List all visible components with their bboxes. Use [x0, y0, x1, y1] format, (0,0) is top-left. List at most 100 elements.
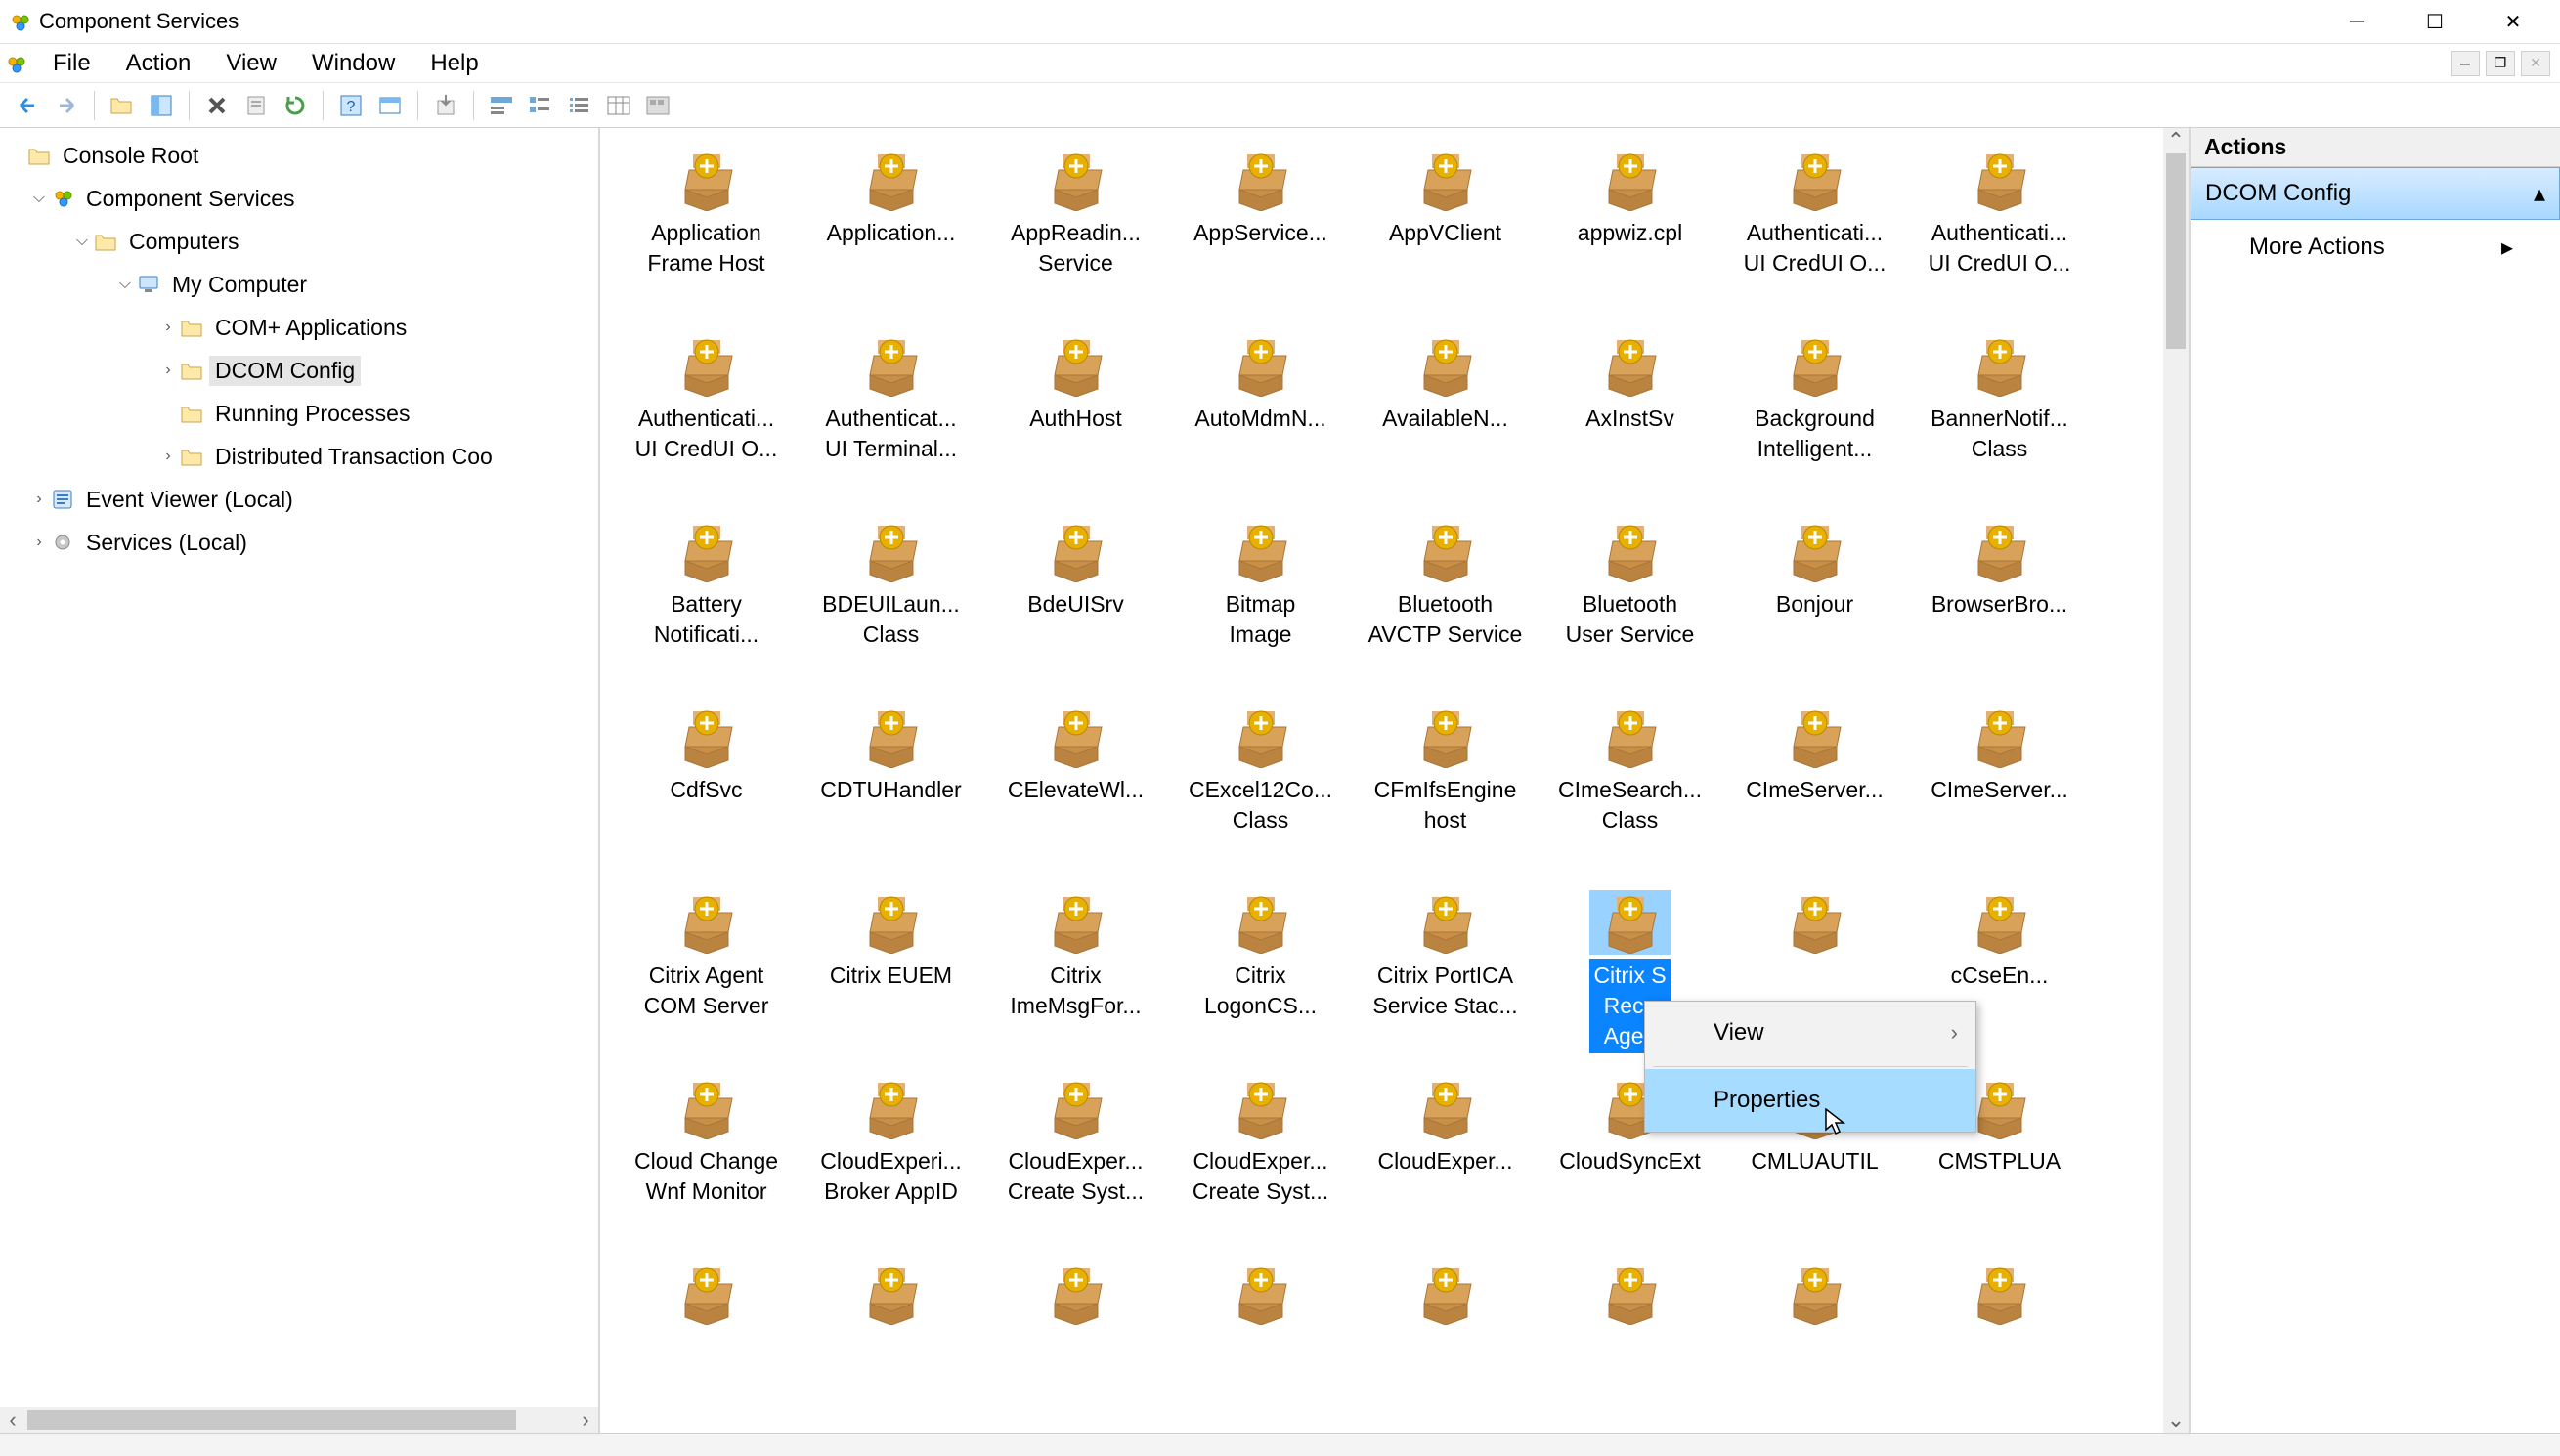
dcom-item[interactable]: AuthHost [983, 325, 1168, 511]
tree-dtc[interactable]: › Distributed Transaction Coo [0, 435, 598, 478]
dcom-item[interactable]: CExcel12Co... Class [1168, 697, 1353, 882]
dcom-item[interactable]: appwiz.cpl [1538, 140, 1722, 325]
dcom-item[interactable]: Application Frame Host [614, 140, 799, 325]
dcom-item[interactable]: Citrix LogonCS... [1168, 882, 1353, 1068]
dcom-item[interactable]: CloudExper... Create Syst... [983, 1068, 1168, 1254]
dcom-item[interactable]: AppReadin... Service [983, 140, 1168, 325]
dcom-item[interactable]: CImeServer... [1722, 697, 1907, 882]
scroll-left-icon[interactable]: ‹ [0, 1407, 25, 1433]
back-button[interactable] [10, 88, 45, 123]
mdi-minimize-button[interactable]: ─ [2451, 51, 2480, 76]
dcom-item[interactable]: Citrix Agent COM Server [614, 882, 799, 1068]
help-button[interactable]: ? [333, 88, 369, 123]
tree-dcom-config[interactable]: › DCOM Config [0, 349, 598, 392]
dcom-item[interactable]: BdeUISrv [983, 511, 1168, 697]
dcom-item[interactable] [1907, 1254, 2092, 1433]
menu-window[interactable]: Window [294, 44, 412, 83]
dcom-item[interactable]: CdfSvc [614, 697, 799, 882]
refresh-button[interactable] [278, 88, 313, 123]
chevron-right-icon[interactable]: › [156, 362, 180, 379]
dcom-item[interactable]: Bonjour [1722, 511, 1907, 697]
dcom-item[interactable]: Background Intelligent... [1722, 325, 1907, 511]
view-status-button[interactable] [484, 88, 519, 123]
new-window-button[interactable] [372, 88, 408, 123]
actions-section[interactable]: DCOM Config ▴ [2191, 167, 2560, 220]
dcom-item[interactable]: Application... [799, 140, 983, 325]
forward-button[interactable] [49, 88, 84, 123]
mdi-close-button[interactable]: ✕ [2521, 51, 2550, 76]
dcom-item[interactable]: AppVClient [1353, 140, 1538, 325]
menu-action[interactable]: Action [108, 44, 209, 83]
dcom-item[interactable]: AvailableN... [1353, 325, 1538, 511]
dcom-item[interactable]: CImeServer... [1907, 697, 2092, 882]
menu-file[interactable]: File [35, 44, 108, 83]
tree-hscroll[interactable]: ‹ › [0, 1407, 598, 1433]
chevron-down-icon[interactable]: ⌵ [27, 190, 51, 207]
chevron-right-icon[interactable]: › [156, 319, 180, 336]
dcom-item[interactable] [799, 1254, 983, 1433]
mdi-restore-button[interactable]: ❐ [2486, 51, 2515, 76]
close-button[interactable]: ✕ [2474, 2, 2552, 41]
delete-button[interactable] [199, 88, 235, 123]
view-detail-button[interactable] [601, 88, 636, 123]
dcom-item[interactable]: CDTUHandler [799, 697, 983, 882]
tree-services-local[interactable]: › Services (Local) [0, 521, 598, 564]
show-hide-tree-button[interactable] [144, 88, 179, 123]
dcom-item[interactable]: Bluetooth AVCTP Service [1353, 511, 1538, 697]
dcom-item[interactable] [1353, 1254, 1538, 1433]
dcom-item[interactable]: Cloud Change Wnf Monitor [614, 1068, 799, 1254]
tree-complus[interactable]: › COM+ Applications [0, 306, 598, 349]
context-properties[interactable]: Properties [1645, 1069, 1975, 1132]
dcom-item[interactable]: CImeSearch... Class [1538, 697, 1722, 882]
scroll-down-icon[interactable]: ⌄ [2163, 1407, 2189, 1433]
scroll-right-icon[interactable]: › [573, 1407, 598, 1433]
dcom-item[interactable] [983, 1254, 1168, 1433]
dcom-item[interactable] [1168, 1254, 1353, 1433]
tree-my-computer[interactable]: ⌵ My Computer [0, 263, 598, 306]
scroll-up-icon[interactable]: ⌃ [2163, 128, 2189, 153]
chevron-right-icon[interactable]: › [27, 491, 51, 508]
collapse-icon[interactable]: ▴ [2534, 180, 2545, 208]
dcom-item[interactable]: Authenticat... UI Terminal... [799, 325, 983, 511]
dcom-item[interactable]: BannerNotif... Class [1907, 325, 2092, 511]
dcom-item[interactable] [1722, 1254, 1907, 1433]
maximize-button[interactable]: ☐ [2396, 2, 2474, 41]
dcom-item[interactable]: AppService... [1168, 140, 1353, 325]
tree-component-services[interactable]: ⌵ Component Services [0, 177, 598, 220]
view-list-button[interactable] [562, 88, 597, 123]
dcom-item[interactable]: Bluetooth User Service [1538, 511, 1722, 697]
dcom-item[interactable]: CElevateWl... [983, 697, 1168, 882]
tree-console-root[interactable]: Console Root [0, 134, 598, 177]
chevron-down-icon[interactable]: ⌵ [113, 276, 137, 293]
tree-computers[interactable]: ⌵ Computers [0, 220, 598, 263]
view-small-button[interactable] [523, 88, 558, 123]
dcom-item[interactable]: Citrix EUEM [799, 882, 983, 1068]
dcom-item[interactable]: Citrix PortICA Service Stac... [1353, 882, 1538, 1068]
up-button[interactable] [105, 88, 140, 123]
dcom-item[interactable]: Citrix ImeMsgFor... [983, 882, 1168, 1068]
properties-button[interactable] [239, 88, 274, 123]
scroll-thumb[interactable] [27, 1410, 516, 1430]
dcom-item[interactable]: Bitmap Image [1168, 511, 1353, 697]
dcom-item[interactable]: AxInstSv [1538, 325, 1722, 511]
export-button[interactable] [428, 88, 463, 123]
dcom-item[interactable]: CloudExperi... Broker AppID [799, 1068, 983, 1254]
dcom-item[interactable]: Authenticati... UI CredUI O... [1907, 140, 2092, 325]
dcom-item[interactable]: Authenticati... UI CredUI O... [614, 325, 799, 511]
dcom-item[interactable]: CFmIfsEngine host [1353, 697, 1538, 882]
context-view[interactable]: View [1645, 1002, 1975, 1064]
view-large-button[interactable] [640, 88, 675, 123]
dcom-item[interactable]: BDEUILaun... Class [799, 511, 983, 697]
chevron-right-icon[interactable]: › [156, 448, 180, 465]
tree-running-processes[interactable]: Running Processes [0, 392, 598, 435]
dcom-item[interactable]: Authenticati... UI CredUI O... [1722, 140, 1907, 325]
chevron-down-icon[interactable]: ⌵ [70, 233, 94, 250]
menu-help[interactable]: Help [412, 44, 496, 83]
dcom-item[interactable] [614, 1254, 799, 1433]
dcom-item[interactable]: CloudExper... [1353, 1068, 1538, 1254]
dcom-item[interactable]: BrowserBro... [1907, 511, 2092, 697]
menu-view[interactable]: View [208, 44, 294, 83]
dcom-item[interactable]: AutoMdmN... [1168, 325, 1353, 511]
scroll-thumb[interactable] [2166, 153, 2186, 349]
dcom-item[interactable]: CloudExper... Create Syst... [1168, 1068, 1353, 1254]
